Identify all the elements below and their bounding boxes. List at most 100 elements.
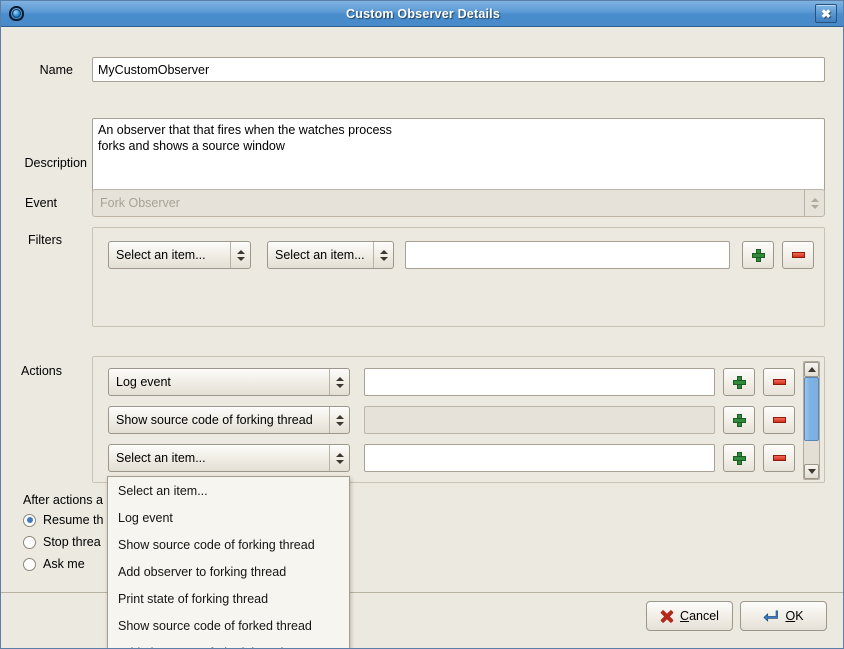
dropdown-item-add-observer-forking-thread[interactable]: Add observer to forking thread <box>108 558 349 585</box>
radio-ask-me[interactable]: Ask me <box>23 557 85 571</box>
observer-eye-icon <box>8 5 25 22</box>
plus-icon <box>732 375 746 389</box>
ok-button-label: OK <box>785 609 803 623</box>
action-row-0-combo-value: Log event <box>116 375 171 389</box>
dropdown-item-add-observer-forked-thread[interactable]: Add observer to forked thread <box>108 639 349 649</box>
action-row-1-combo-spinner[interactable] <box>329 407 349 433</box>
close-x-icon <box>660 610 673 623</box>
filter-row-0-combo-1-spinner[interactable] <box>230 242 250 268</box>
actions-label: Actions <box>21 364 62 378</box>
filter-row-0-combo-1[interactable]: Select an item... <box>108 241 251 269</box>
action-row-2-value-input[interactable] <box>364 444 715 472</box>
name-label: Name <box>39 63 73 77</box>
after-actions-label: After actions a <box>23 493 103 507</box>
chevron-up-icon <box>335 452 344 457</box>
title-bar-icon-area <box>1 5 31 22</box>
radio-indicator <box>23 535 36 549</box>
action-row-0-combo[interactable]: Log event <box>108 368 350 396</box>
chevron-down-icon <box>335 421 344 426</box>
filters-panel: Select an item... Select an item... <box>92 227 825 327</box>
scrollbar-thumb[interactable] <box>804 377 819 441</box>
chevron-down-icon <box>335 459 344 464</box>
action-row-1-value-input <box>364 406 715 434</box>
description-label: Description <box>24 156 87 170</box>
chevron-up-icon <box>335 414 344 419</box>
radio-ask-me-label: Ask me <box>43 557 85 571</box>
ok-button[interactable]: OK <box>740 601 827 631</box>
minus-icon <box>772 455 786 461</box>
window-title: Custom Observer Details <box>346 6 500 21</box>
action-row-0-combo-spinner[interactable] <box>329 369 349 395</box>
dropdown-item-show-source-code-forked-thread[interactable]: Show source code of forked thread <box>108 612 349 639</box>
scroll-up-button[interactable] <box>804 362 819 377</box>
actions-scrollbar[interactable] <box>803 361 820 480</box>
radio-indicator <box>23 513 36 527</box>
chevron-down-icon <box>379 256 388 261</box>
action-type-dropdown-menu[interactable]: Select an item... Log event Show source … <box>107 476 350 649</box>
chevron-up-icon <box>236 249 245 254</box>
event-combobox[interactable]: Fork Observer <box>92 189 825 217</box>
scrollbar-track[interactable] <box>804 377 819 464</box>
remove-action-row-2-button[interactable] <box>763 444 795 472</box>
title-bar: Custom Observer Details ✖ <box>1 1 843 27</box>
radio-resume-thread-label: Resume th <box>43 513 104 527</box>
cancel-button-label: Cancel <box>680 609 719 623</box>
dialog-body: Name Description An observer that that f… <box>1 27 843 649</box>
minus-icon <box>791 252 805 258</box>
radio-resume-thread[interactable]: Resume th <box>23 513 103 527</box>
dropdown-item-log-event[interactable]: Log event <box>108 504 349 531</box>
action-row-2-combo-value: Select an item... <box>116 451 206 465</box>
action-row-2-combo[interactable]: Select an item... <box>108 444 350 472</box>
dropdown-item-select-an-item[interactable]: Select an item... <box>108 477 349 504</box>
event-label: Event <box>25 196 57 210</box>
radio-indicator <box>23 557 36 571</box>
triangle-up-icon <box>807 367 816 372</box>
chevron-up-icon <box>335 376 344 381</box>
action-row-2-combo-spinner[interactable] <box>329 445 349 471</box>
chevron-down-icon <box>810 204 819 209</box>
chevron-down-icon <box>335 383 344 388</box>
chevron-up-icon <box>379 249 388 254</box>
radio-stop-thread-label: Stop threa <box>43 535 101 549</box>
action-row-0-value-input[interactable] <box>364 368 715 396</box>
add-filter-button[interactable] <box>742 241 774 269</box>
minus-icon <box>772 379 786 385</box>
radio-stop-thread[interactable]: Stop threa <box>23 535 101 549</box>
event-combobox-spinner[interactable] <box>804 190 824 216</box>
enter-arrow-icon <box>764 610 779 622</box>
filter-row-0-combo-1-value: Select an item... <box>116 248 206 262</box>
add-action-row-1-button[interactable] <box>723 406 755 434</box>
chevron-down-icon <box>236 256 245 261</box>
add-action-row-2-button[interactable] <box>723 444 755 472</box>
name-input[interactable] <box>92 57 825 82</box>
event-combobox-value: Fork Observer <box>100 196 180 210</box>
triangle-down-icon <box>807 469 816 474</box>
cancel-suffix: ancel <box>689 609 719 623</box>
remove-filter-button[interactable] <box>782 241 814 269</box>
minus-icon <box>772 417 786 423</box>
filter-row-0-combo-2-value: Select an item... <box>275 248 365 262</box>
cancel-button[interactable]: Cancel <box>646 601 733 631</box>
chevron-up-icon <box>810 197 819 202</box>
plus-icon <box>732 413 746 427</box>
action-row-1-combo[interactable]: Show source code of forking thread <box>108 406 350 434</box>
scroll-down-button[interactable] <box>804 464 819 479</box>
remove-action-row-1-button[interactable] <box>763 406 795 434</box>
ok-suffix: K <box>795 609 804 623</box>
actions-panel: Log event Show source code of forking th… <box>92 356 825 483</box>
action-row-1-combo-value: Show source code of forking thread <box>116 413 313 427</box>
filters-label: Filters <box>27 233 62 247</box>
ok-accel: O <box>785 609 796 623</box>
dropdown-item-print-state-forking-thread[interactable]: Print state of forking thread <box>108 585 349 612</box>
plus-icon <box>751 248 765 262</box>
add-action-row-0-button[interactable] <box>723 368 755 396</box>
cancel-accel: C <box>680 609 690 623</box>
dropdown-item-show-source-code-forking-thread[interactable]: Show source code of forking thread <box>108 531 349 558</box>
remove-action-row-0-button[interactable] <box>763 368 795 396</box>
filter-row-0-value-input[interactable] <box>405 241 730 269</box>
close-icon[interactable]: ✖ <box>815 4 837 23</box>
custom-observer-dialog: Custom Observer Details ✖ Name Descripti… <box>0 0 844 649</box>
plus-icon <box>732 451 746 465</box>
filter-row-0-combo-2[interactable]: Select an item... <box>267 241 394 269</box>
filter-row-0-combo-2-spinner[interactable] <box>373 242 393 268</box>
